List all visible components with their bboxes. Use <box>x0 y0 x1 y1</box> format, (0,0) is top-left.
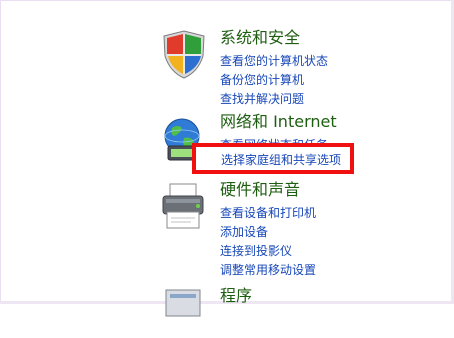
link-homegroup-sharing[interactable]: 选择家庭组和共享选项 <box>221 151 341 170</box>
category-title[interactable]: 系统和安全 <box>220 28 300 48</box>
link-backup-computer[interactable]: 备份您的计算机 <box>220 71 328 90</box>
link-mobility-settings[interactable]: 调整常用移动设置 <box>220 261 316 280</box>
link-connect-projector[interactable]: 连接到投影仪 <box>220 242 316 261</box>
programs-icon[interactable] <box>158 286 210 338</box>
highlight-box: 选择家庭组和共享选项 <box>192 143 354 174</box>
link-add-device[interactable]: 添加设备 <box>220 223 316 242</box>
shield-icon[interactable] <box>158 28 210 80</box>
category-title[interactable]: 程序 <box>220 286 252 306</box>
link-view-computer-status[interactable]: 查看您的计算机状态 <box>220 52 328 71</box>
link-troubleshoot[interactable]: 查找并解决问题 <box>220 90 328 109</box>
category-links: 查看设备和打印机 添加设备 连接到投影仪 调整常用移动设置 <box>220 204 316 280</box>
category-title[interactable]: 网络和 Internet <box>220 112 337 132</box>
link-devices-printers[interactable]: 查看设备和打印机 <box>220 204 316 223</box>
category-links: 查看您的计算机状态 备份您的计算机 查找并解决问题 <box>220 52 328 109</box>
printer-icon[interactable] <box>158 180 210 232</box>
category-title[interactable]: 硬件和声音 <box>220 180 300 200</box>
